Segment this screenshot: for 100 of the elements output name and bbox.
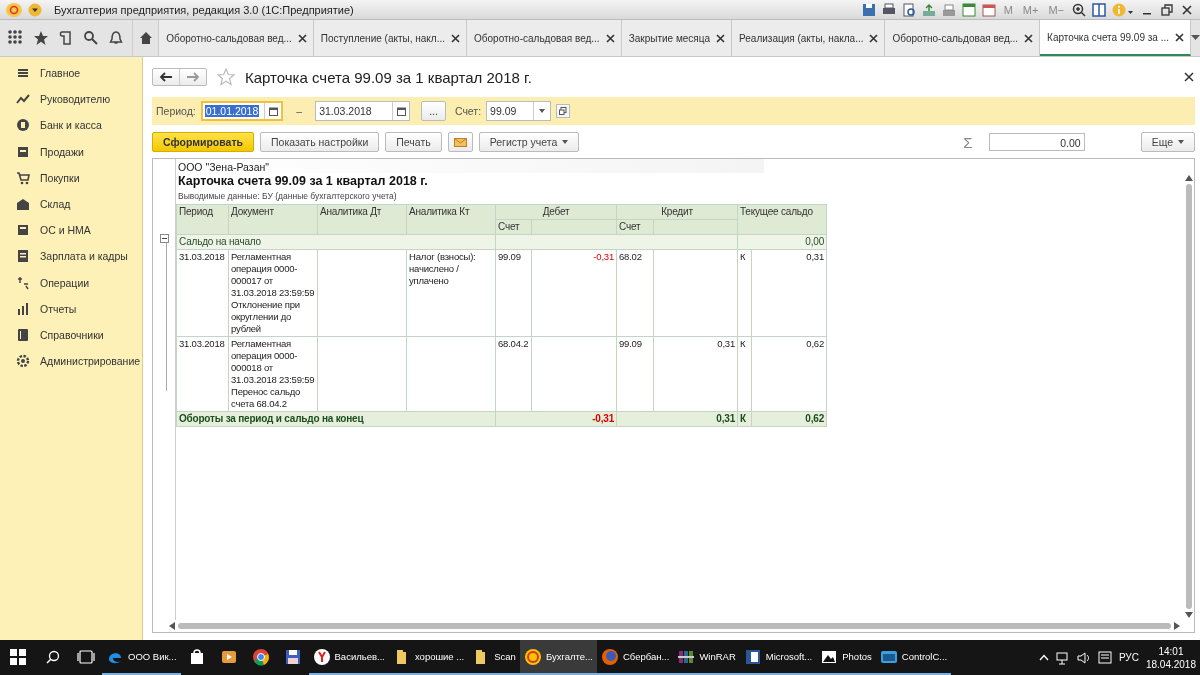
document-tab[interactable]: Поступление (акты, накл... [313, 20, 467, 56]
caret-icon[interactable] [539, 109, 546, 113]
document-tab[interactable]: Карточка счета 99.09 за ... [1040, 20, 1191, 56]
close-icon[interactable] [716, 33, 726, 43]
sidebar-item[interactable]: Склад [40, 198, 71, 211]
taskbar-button[interactable]: Сбербан... [596, 640, 674, 675]
dropdown-button[interactable]: Регистр учета [478, 132, 580, 152]
search-icon[interactable] [82, 30, 99, 46]
sidebar-item[interactable]: Продажи [40, 145, 84, 158]
taskbar-button[interactable]: Бухгалте... [519, 640, 597, 675]
sidebar-item[interactable]: ОС и НМА [40, 224, 91, 237]
favorites-star-icon[interactable] [33, 30, 50, 46]
calendar-icon[interactable] [268, 106, 278, 116]
windows-start-icon[interactable] [10, 648, 26, 665]
search-icon[interactable] [46, 649, 60, 664]
favorite-star-icon[interactable] [217, 68, 235, 86]
save-icon[interactable] [861, 2, 876, 17]
volume-icon[interactable] [1076, 650, 1091, 665]
clock[interactable]: 14:01 18.04.2018 [1145, 644, 1196, 671]
select-period-button[interactable]: ... [421, 101, 446, 121]
table-cell: Налог (взносы): начислено / уплачено [406, 249, 496, 337]
scroll-right-icon[interactable] [1174, 622, 1180, 630]
calendar-icon[interactable] [981, 2, 996, 17]
account-field[interactable]: 99.09 [486, 101, 552, 121]
sidebar-item[interactable]: Справочники [40, 328, 104, 341]
taskbar-button[interactable]: хорошие ... [388, 640, 469, 675]
firefox-icon[interactable] [600, 647, 619, 666]
chrome-icon[interactable] [251, 647, 270, 666]
sidebar-item[interactable]: Отчеты [40, 302, 77, 315]
task-view-icon[interactable] [77, 649, 95, 664]
table-cell: 99.09 [495, 249, 532, 337]
close-icon[interactable] [1175, 32, 1184, 42]
open-icon[interactable] [556, 104, 571, 118]
vertical-scrollbar[interactable] [1185, 175, 1193, 618]
navigation-buttons[interactable] [152, 68, 207, 86]
restore-icon[interactable] [1160, 2, 1174, 17]
date-field[interactable]: 01.01.2018 [200, 101, 284, 121]
document-tab[interactable]: Оборотно-сальдовая вед... [885, 20, 1041, 56]
envelope-icon [453, 137, 467, 147]
notification-icon[interactable] [1097, 650, 1112, 665]
close-icon[interactable] [605, 33, 615, 43]
company-name: ООО "Зена-Разан" [176, 159, 764, 173]
document-tab[interactable]: Оборотно-сальдовая вед... [159, 20, 314, 56]
caret-icon[interactable] [1191, 35, 1200, 41]
taskbar-button[interactable]: Microsoft... [739, 640, 817, 675]
sidebar-item[interactable]: Главное [40, 67, 81, 80]
zoom-in-icon[interactable] [1072, 2, 1086, 17]
print-preview-icon[interactable] [901, 2, 916, 17]
more-button[interactable]: Еще [1140, 132, 1195, 152]
column-header: Текущее сальдо [737, 204, 827, 235]
table-cell: К [737, 336, 752, 412]
home-icon[interactable] [138, 31, 153, 45]
info-icon[interactable] [1112, 2, 1134, 17]
yandex-browser-icon[interactable] [312, 647, 331, 666]
bell-icon[interactable] [107, 30, 124, 46]
taskbar-button[interactable]: WinRAR [673, 640, 740, 675]
scroll-up-icon[interactable] [1185, 175, 1193, 181]
close-icon[interactable] [869, 33, 879, 43]
print-icon[interactable] [881, 2, 896, 17]
sidebar-item[interactable]: Руководителю [40, 93, 111, 106]
sidebar-item[interactable]: Операции [40, 276, 90, 289]
document-tab[interactable]: Оборотно-сальдовая вед... [467, 20, 622, 56]
close-icon[interactable] [297, 33, 307, 43]
panels-icon[interactable] [1092, 2, 1106, 17]
upload-icon[interactable] [921, 2, 936, 17]
language-indicator[interactable]: РУС [1118, 652, 1139, 663]
taskbar-button[interactable]: ООО Вик... [102, 640, 181, 675]
generate-button[interactable]: Сформировать [152, 132, 254, 152]
sidebar-item[interactable]: Администрирование [40, 355, 141, 368]
sidebar-item[interactable]: Покупки [40, 171, 80, 184]
word-document-icon[interactable] [743, 647, 762, 666]
network-icon[interactable] [1055, 650, 1070, 665]
dropdown-icon[interactable] [28, 2, 42, 17]
sidebar-item[interactable]: Банк и касса [40, 119, 102, 132]
chevron-up-icon[interactable] [1038, 654, 1049, 661]
document-tab[interactable]: Реализация (акты, накла... [732, 20, 886, 56]
sidebar-item[interactable]: Зарплата и кадры [40, 250, 128, 263]
taskbar-button[interactable]: Васильев... [308, 640, 389, 675]
taskbar-button[interactable]: ControlC... [875, 640, 952, 675]
scanner-icon[interactable] [941, 2, 956, 17]
spreadsheet-icon[interactable] [961, 2, 976, 17]
toolbar-button[interactable]: Показать настройки [260, 132, 380, 152]
toolbar-button[interactable]: Печать [385, 132, 442, 152]
close-icon[interactable] [1180, 2, 1194, 17]
close-icon[interactable] [451, 33, 460, 43]
tag-icon [16, 144, 30, 159]
scroll-down-icon[interactable] [1185, 612, 1193, 618]
app-logo-icon[interactable] [523, 647, 542, 666]
date-field[interactable]: 31.03.2018 [315, 101, 411, 121]
close-icon[interactable] [1024, 33, 1034, 43]
collapse-icon[interactable] [159, 234, 169, 243]
symbols-icon [16, 275, 30, 290]
app-grid-icon[interactable] [8, 30, 25, 46]
scroll-left-icon[interactable] [169, 622, 175, 630]
taskbar-button[interactable]: Photos [816, 640, 876, 675]
close-icon[interactable] [1183, 71, 1195, 83]
app-logo-icon[interactable] [6, 2, 22, 17]
document-tab[interactable]: Закрытие месяца [621, 20, 733, 56]
calendar-icon[interactable] [396, 106, 406, 116]
email-button[interactable] [447, 132, 473, 152]
